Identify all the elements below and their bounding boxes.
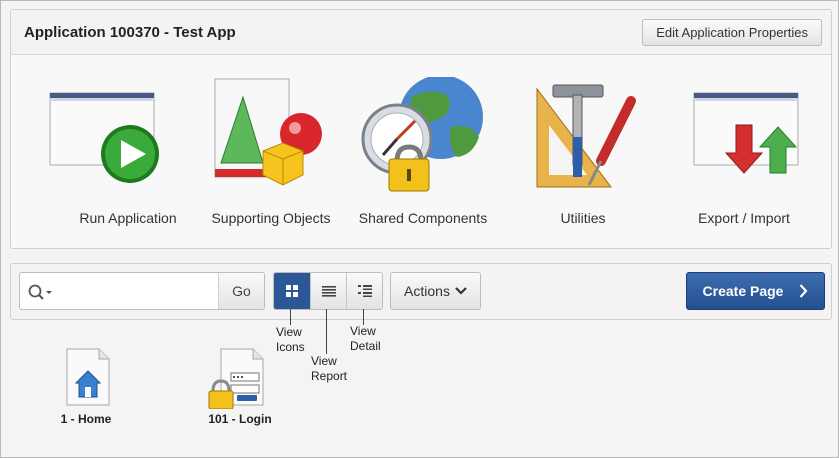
view-icons-button[interactable] <box>274 273 310 309</box>
page-item-home-label: 1 - Home <box>60 412 112 426</box>
run-application-tile[interactable]: Run Application <box>48 55 208 248</box>
list-icon <box>321 286 336 297</box>
page-item-login-label: 101 - Login <box>208 412 272 426</box>
page-item-home[interactable]: 1 - Home <box>31 347 141 426</box>
chevron-right-icon <box>800 284 808 298</box>
create-page-label: Create Page <box>702 283 784 299</box>
create-page-button[interactable]: Create Page <box>686 272 825 310</box>
edit-application-properties-button[interactable]: Edit Application Properties <box>642 18 822 46</box>
supporting-objects-tile[interactable]: Supporting Objects <box>191 55 351 248</box>
search-icon[interactable] <box>27 283 55 301</box>
shared-components-label: Shared Components <box>358 210 488 226</box>
chevron-down-icon <box>455 287 467 295</box>
run-application-label: Run Application <box>79 210 177 226</box>
search-box: Go <box>19 272 265 310</box>
utilities-label: Utilities <box>560 210 606 226</box>
application-icons: Run Application Supporting Objects Share… <box>11 55 831 248</box>
callout-line-view-detail <box>363 309 364 325</box>
actions-menu-button[interactable]: Actions <box>390 272 481 310</box>
go-button[interactable]: Go <box>218 273 264 309</box>
shared-components-icon <box>361 77 483 192</box>
login-page-icon <box>208 348 264 410</box>
callout-view-report-line1: View <box>311 354 337 368</box>
callout-view-detail: View Detail <box>350 324 381 354</box>
utilities-tile[interactable]: Utilities <box>503 55 663 248</box>
callout-view-icons-line1: View <box>276 325 302 339</box>
callout-view-report: View Report <box>311 354 347 384</box>
detail-list-icon <box>357 285 372 297</box>
callout-view-detail-line2: Detail <box>350 339 381 353</box>
run-application-icon <box>49 92 159 183</box>
callout-line-view-report <box>326 309 327 354</box>
shared-components-tile[interactable]: Shared Components <box>343 55 503 248</box>
application-header: Application 100370 - Test App Edit Appli… <box>11 10 831 55</box>
callout-line-view-icons <box>290 309 291 325</box>
export-import-tile[interactable]: Export / Import <box>664 55 824 248</box>
page-toolbar: Go Actions Create Page <box>10 263 832 320</box>
utilities-icon <box>536 84 636 188</box>
view-detail-button[interactable] <box>346 273 382 309</box>
home-page-icon <box>66 348 110 406</box>
grid-icon <box>286 285 298 297</box>
application-region: Application 100370 - Test App Edit Appli… <box>10 9 832 249</box>
callout-view-detail-line1: View <box>350 324 376 338</box>
supporting-objects-icon <box>214 78 322 186</box>
page-title: Application 100370 - Test App <box>24 23 236 41</box>
supporting-objects-label: Supporting Objects <box>211 210 331 226</box>
export-import-icon <box>693 92 799 174</box>
search-input[interactable] <box>58 279 218 303</box>
view-mode-group <box>273 272 383 310</box>
actions-label: Actions <box>404 283 450 299</box>
page-item-login[interactable]: 101 - Login <box>185 347 295 426</box>
view-report-button[interactable] <box>310 273 346 309</box>
export-import-label: Export / Import <box>698 210 790 226</box>
callout-view-report-line2: Report <box>311 369 348 383</box>
